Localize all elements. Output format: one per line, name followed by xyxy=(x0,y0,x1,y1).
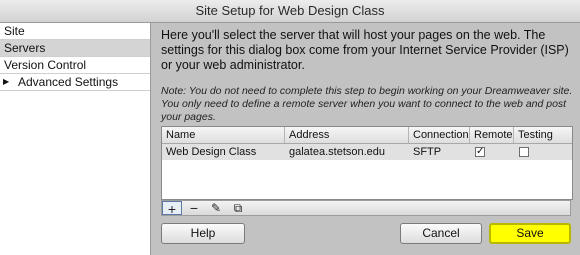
minus-icon[interactable]: − xyxy=(184,201,204,215)
testing-checkbox[interactable] xyxy=(519,147,529,157)
cancel-button[interactable]: Cancel xyxy=(400,223,482,244)
server-name: Web Design Class xyxy=(166,146,257,158)
sidebar-item-label: Site xyxy=(4,24,25,38)
column-header-remote[interactable]: Remote xyxy=(470,127,514,143)
server-connection: SFTP xyxy=(413,146,442,158)
servers-table: Name Address Connection Remote Testing W… xyxy=(161,126,573,200)
sidebar-item-label: Servers xyxy=(4,41,46,55)
sidebar: Site Servers Version Control ▶ Advanced … xyxy=(0,23,151,255)
duplicate-icon[interactable]: ⧉ xyxy=(228,201,248,215)
column-header-name[interactable]: Name xyxy=(162,127,285,143)
disclosure-triangle-icon[interactable]: ▶ xyxy=(3,74,9,90)
table-row[interactable]: Web Design Class galatea.stetson.edu SFT… xyxy=(162,144,572,160)
sidebar-item-label: Advanced Settings xyxy=(18,75,119,89)
server-toolbar: + − ✎ ⧉ xyxy=(161,200,571,216)
remote-checkbox[interactable]: ✓ xyxy=(475,147,485,157)
column-header-address[interactable]: Address xyxy=(285,127,409,143)
save-button[interactable]: Save xyxy=(489,223,571,244)
server-address: galatea.stetson.edu xyxy=(289,146,386,158)
sidebar-item-version-control[interactable]: Version Control xyxy=(0,57,150,74)
sidebar-item-servers[interactable]: Servers xyxy=(0,40,150,57)
sidebar-item-label: Version Control xyxy=(4,58,87,72)
servers-panel: Here you'll select the server that will … xyxy=(151,23,580,255)
intro-text: Here you'll select the server that will … xyxy=(161,28,569,72)
pencil-icon[interactable]: ✎ xyxy=(206,201,226,215)
table-header: Name Address Connection Remote Testing xyxy=(162,127,572,144)
column-header-connection[interactable]: Connection xyxy=(409,127,470,143)
column-header-testing[interactable]: Testing xyxy=(514,127,572,143)
help-button[interactable]: Help xyxy=(161,223,245,244)
sidebar-item-site[interactable]: Site xyxy=(0,23,150,40)
note-text: Note: You do not need to complete this s… xyxy=(161,85,573,123)
window-title: Site Setup for Web Design Class xyxy=(0,0,580,23)
sidebar-item-advanced-settings[interactable]: ▶ Advanced Settings xyxy=(0,74,150,91)
plus-icon[interactable]: + xyxy=(162,201,182,216)
